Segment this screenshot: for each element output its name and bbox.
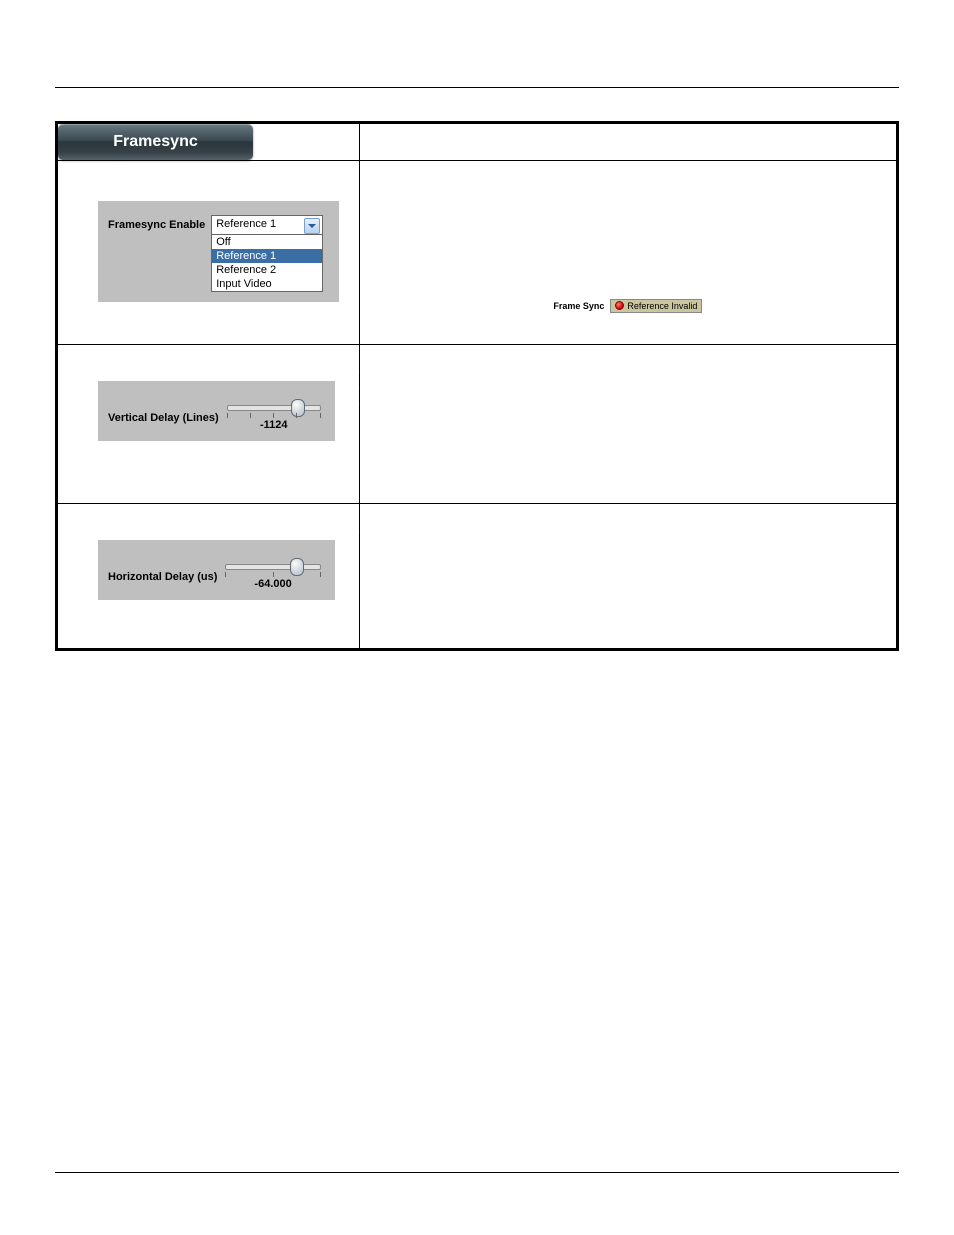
status-dot-icon xyxy=(615,301,624,310)
tab-description: Provides video frame sync/delay offset c… xyxy=(359,123,897,161)
framesync-enable-selected[interactable]: Reference 1 xyxy=(211,215,323,235)
framesync-enable-options[interactable]: Off Reference 1 Reference 2 Input Video xyxy=(211,235,323,292)
function-table: Framesync Provides video frame sync/dela… xyxy=(55,121,899,651)
framesync-tab[interactable]: Framesync xyxy=(58,124,253,160)
framesync-enable-cell: Framesync Enable Reference 1 Off Referen… xyxy=(57,161,360,345)
footer-right: 3-21 xyxy=(877,1179,899,1191)
frame-sync-status-label: Frame Sync xyxy=(553,301,604,311)
page-header-right: Operating Instructions xyxy=(760,66,899,81)
tab-cell: Framesync xyxy=(57,123,360,161)
option-reference-1[interactable]: Reference 1 xyxy=(212,249,322,263)
vertical-delay-cell: Vertical Delay (Lines) -1124 xyxy=(57,344,360,504)
page-header-left: Operating Instructions xyxy=(55,66,194,81)
framesync-enable-desc: Framesync Enable/Disable Provides a glob… xyxy=(359,161,897,345)
framesync-enable-dropdown[interactable]: Reference 1 Off Reference 1 Reference 2 … xyxy=(211,215,323,292)
horizontal-delay-value: -64.000 xyxy=(225,578,320,590)
vertical-delay-desc: Vertical Delay Control When Framesync is… xyxy=(359,344,897,504)
option-input-video[interactable]: Input Video xyxy=(212,277,322,291)
horizontal-delay-cell: Horizontal Delay (us) -64.000 xyxy=(57,504,360,650)
footer-left: 9968-PRODUCT MANUAL xyxy=(55,1179,186,1191)
frame-sync-status: Frame Sync Reference Invalid xyxy=(553,299,702,313)
horizontal-delay-desc: Horizontal Delay Control When Framesync … xyxy=(359,504,897,650)
reference-invalid-chip: Reference Invalid xyxy=(610,299,702,313)
option-off[interactable]: Off xyxy=(212,235,322,249)
vertical-delay-label: Vertical Delay (Lines) xyxy=(108,408,219,424)
horizontal-delay-label: Horizontal Delay (us) xyxy=(108,567,217,583)
framesync-enable-label: Framesync Enable xyxy=(108,215,205,231)
vertical-delay-value: -1124 xyxy=(227,419,321,431)
vertical-delay-slider[interactable]: -1124 xyxy=(227,401,321,431)
table-caption: Table 3-2 9968 Function Submenu List — c… xyxy=(55,100,899,115)
horizontal-delay-slider[interactable]: -64.000 xyxy=(225,560,320,590)
option-reference-2[interactable]: Reference 2 xyxy=(212,263,322,277)
